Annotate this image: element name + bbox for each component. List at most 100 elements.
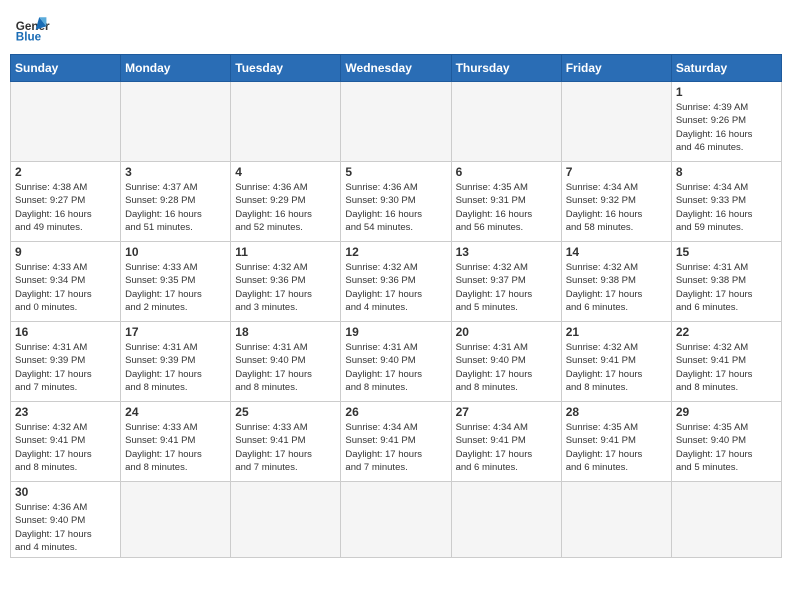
day-info: Sunrise: 4:35 AM Sunset: 9:31 PM Dayligh…	[456, 181, 557, 234]
day-info: Sunrise: 4:32 AM Sunset: 9:36 PM Dayligh…	[235, 261, 336, 314]
calendar-week-0: 1 Sunrise: 4:39 AM Sunset: 9:26 PM Daylig…	[11, 82, 782, 162]
calendar-week-5: 30 Sunrise: 4:36 AM Sunset: 9:40 PM Dayli…	[11, 482, 782, 558]
calendar-cell: 14 Sunrise: 4:32 AM Sunset: 9:38 PM Dayli…	[561, 242, 671, 322]
calendar-cell: 22Sunrise: 4:32 AM Sunset: 9:41 PM Dayli…	[671, 322, 781, 402]
weekday-header-tuesday: Tuesday	[231, 55, 341, 82]
day-info: Sunrise: 4:34 AM Sunset: 9:32 PM Dayligh…	[566, 181, 667, 234]
calendar-cell: 23 Sunrise: 4:32 AM Sunset: 9:41 PM Dayli…	[11, 402, 121, 482]
day-info: Sunrise: 4:33 AM Sunset: 9:34 PM Dayligh…	[15, 261, 116, 314]
day-number: 17	[125, 325, 226, 339]
day-info: Sunrise: 4:36 AM Sunset: 9:29 PM Dayligh…	[235, 181, 336, 234]
calendar-cell: 3 Sunrise: 4:37 AM Sunset: 9:28 PM Daylig…	[121, 162, 231, 242]
day-number: 20	[456, 325, 557, 339]
calendar-cell: 25 Sunrise: 4:33 AM Sunset: 9:41 PM Dayli…	[231, 402, 341, 482]
calendar-cell: 18 Sunrise: 4:31 AM Sunset: 9:40 PM Dayli…	[231, 322, 341, 402]
day-info: Sunrise: 4:39 AM Sunset: 9:26 PM Dayligh…	[676, 101, 777, 154]
calendar-cell: 12 Sunrise: 4:32 AM Sunset: 9:36 PM Dayli…	[341, 242, 451, 322]
day-info: Sunrise: 4:35 AM Sunset: 9:41 PM Dayligh…	[566, 421, 667, 474]
calendar-cell	[451, 482, 561, 558]
calendar-cell: 13 Sunrise: 4:32 AM Sunset: 9:37 PM Dayli…	[451, 242, 561, 322]
day-info: Sunrise: 4:38 AM Sunset: 9:27 PM Dayligh…	[15, 181, 116, 234]
day-info: Sunrise: 4:32 AM Sunset: 9:41 PM Dayligh…	[676, 341, 777, 394]
day-info: Sunrise: 4:32 AM Sunset: 9:41 PM Dayligh…	[566, 341, 667, 394]
day-number: 13	[456, 245, 557, 259]
calendar-cell: 15Sunrise: 4:31 AM Sunset: 9:38 PM Dayli…	[671, 242, 781, 322]
calendar-cell	[121, 82, 231, 162]
calendar-cell: 20 Sunrise: 4:31 AM Sunset: 9:40 PM Dayli…	[451, 322, 561, 402]
day-number: 18	[235, 325, 336, 339]
day-info: Sunrise: 4:37 AM Sunset: 9:28 PM Dayligh…	[125, 181, 226, 234]
calendar-week-4: 23 Sunrise: 4:32 AM Sunset: 9:41 PM Dayli…	[11, 402, 782, 482]
calendar-week-2: 9Sunrise: 4:33 AM Sunset: 9:34 PM Daylig…	[11, 242, 782, 322]
day-number: 21	[566, 325, 667, 339]
day-number: 29	[676, 405, 777, 419]
day-number: 24	[125, 405, 226, 419]
calendar-cell: 11 Sunrise: 4:32 AM Sunset: 9:36 PM Dayli…	[231, 242, 341, 322]
day-info: Sunrise: 4:32 AM Sunset: 9:38 PM Dayligh…	[566, 261, 667, 314]
calendar-cell: 19Sunrise: 4:31 AM Sunset: 9:40 PM Dayli…	[341, 322, 451, 402]
page-header: General Blue	[10, 10, 782, 46]
day-number: 11	[235, 245, 336, 259]
calendar-week-1: 2Sunrise: 4:38 AM Sunset: 9:27 PM Daylig…	[11, 162, 782, 242]
day-info: Sunrise: 4:32 AM Sunset: 9:36 PM Dayligh…	[345, 261, 446, 314]
day-number: 14	[566, 245, 667, 259]
calendar-cell: 30 Sunrise: 4:36 AM Sunset: 9:40 PM Dayli…	[11, 482, 121, 558]
day-number: 26	[345, 405, 446, 419]
day-info: Sunrise: 4:33 AM Sunset: 9:41 PM Dayligh…	[235, 421, 336, 474]
day-number: 7	[566, 165, 667, 179]
calendar-cell: 5Sunrise: 4:36 AM Sunset: 9:30 PM Daylig…	[341, 162, 451, 242]
day-number: 6	[456, 165, 557, 179]
day-info: Sunrise: 4:31 AM Sunset: 9:40 PM Dayligh…	[235, 341, 336, 394]
calendar-cell: 1 Sunrise: 4:39 AM Sunset: 9:26 PM Daylig…	[671, 82, 781, 162]
day-info: Sunrise: 4:31 AM Sunset: 9:40 PM Dayligh…	[456, 341, 557, 394]
day-info: Sunrise: 4:31 AM Sunset: 9:39 PM Dayligh…	[125, 341, 226, 394]
day-number: 3	[125, 165, 226, 179]
calendar-cell	[231, 82, 341, 162]
calendar-cell: 16Sunrise: 4:31 AM Sunset: 9:39 PM Dayli…	[11, 322, 121, 402]
weekday-header-thursday: Thursday	[451, 55, 561, 82]
day-number: 16	[15, 325, 116, 339]
day-number: 30	[15, 485, 116, 499]
calendar-cell	[121, 482, 231, 558]
day-number: 15	[676, 245, 777, 259]
day-info: Sunrise: 4:33 AM Sunset: 9:41 PM Dayligh…	[125, 421, 226, 474]
calendar-cell	[671, 482, 781, 558]
day-number: 23	[15, 405, 116, 419]
day-info: Sunrise: 4:32 AM Sunset: 9:37 PM Dayligh…	[456, 261, 557, 314]
day-info: Sunrise: 4:34 AM Sunset: 9:41 PM Dayligh…	[456, 421, 557, 474]
weekday-header-friday: Friday	[561, 55, 671, 82]
calendar-cell: 10 Sunrise: 4:33 AM Sunset: 9:35 PM Dayli…	[121, 242, 231, 322]
calendar-cell: 4Sunrise: 4:36 AM Sunset: 9:29 PM Daylig…	[231, 162, 341, 242]
day-number: 27	[456, 405, 557, 419]
day-info: Sunrise: 4:36 AM Sunset: 9:40 PM Dayligh…	[15, 501, 116, 554]
day-info: Sunrise: 4:35 AM Sunset: 9:40 PM Dayligh…	[676, 421, 777, 474]
day-number: 8	[676, 165, 777, 179]
calendar-cell: 6 Sunrise: 4:35 AM Sunset: 9:31 PM Daylig…	[451, 162, 561, 242]
day-info: Sunrise: 4:34 AM Sunset: 9:41 PM Dayligh…	[345, 421, 446, 474]
day-info: Sunrise: 4:32 AM Sunset: 9:41 PM Dayligh…	[15, 421, 116, 474]
day-number: 12	[345, 245, 446, 259]
calendar-cell	[341, 82, 451, 162]
calendar-cell: 2Sunrise: 4:38 AM Sunset: 9:27 PM Daylig…	[11, 162, 121, 242]
calendar-cell: 9Sunrise: 4:33 AM Sunset: 9:34 PM Daylig…	[11, 242, 121, 322]
calendar-cell	[341, 482, 451, 558]
day-info: Sunrise: 4:34 AM Sunset: 9:33 PM Dayligh…	[676, 181, 777, 234]
calendar-cell: 26 Sunrise: 4:34 AM Sunset: 9:41 PM Dayli…	[341, 402, 451, 482]
day-number: 10	[125, 245, 226, 259]
calendar-cell	[11, 82, 121, 162]
calendar-cell: 7 Sunrise: 4:34 AM Sunset: 9:32 PM Daylig…	[561, 162, 671, 242]
calendar-cell	[451, 82, 561, 162]
day-number: 5	[345, 165, 446, 179]
calendar-cell	[561, 482, 671, 558]
day-number: 19	[345, 325, 446, 339]
day-number: 1	[676, 85, 777, 99]
logo: General Blue	[14, 10, 50, 46]
weekday-header-wednesday: Wednesday	[341, 55, 451, 82]
calendar-cell: 8 Sunrise: 4:34 AM Sunset: 9:33 PM Daylig…	[671, 162, 781, 242]
day-number: 25	[235, 405, 336, 419]
calendar-cell	[231, 482, 341, 558]
logo-icon: General Blue	[14, 10, 50, 46]
calendar-week-3: 16 Sunrise: 4:31 AM Sunset: 9:39 PM Dayli…	[11, 322, 782, 402]
calendar-cell: 17 Sunrise: 4:31 AM Sunset: 9:39 PM Dayli…	[121, 322, 231, 402]
day-info: Sunrise: 4:33 AM Sunset: 9:35 PM Dayligh…	[125, 261, 226, 314]
